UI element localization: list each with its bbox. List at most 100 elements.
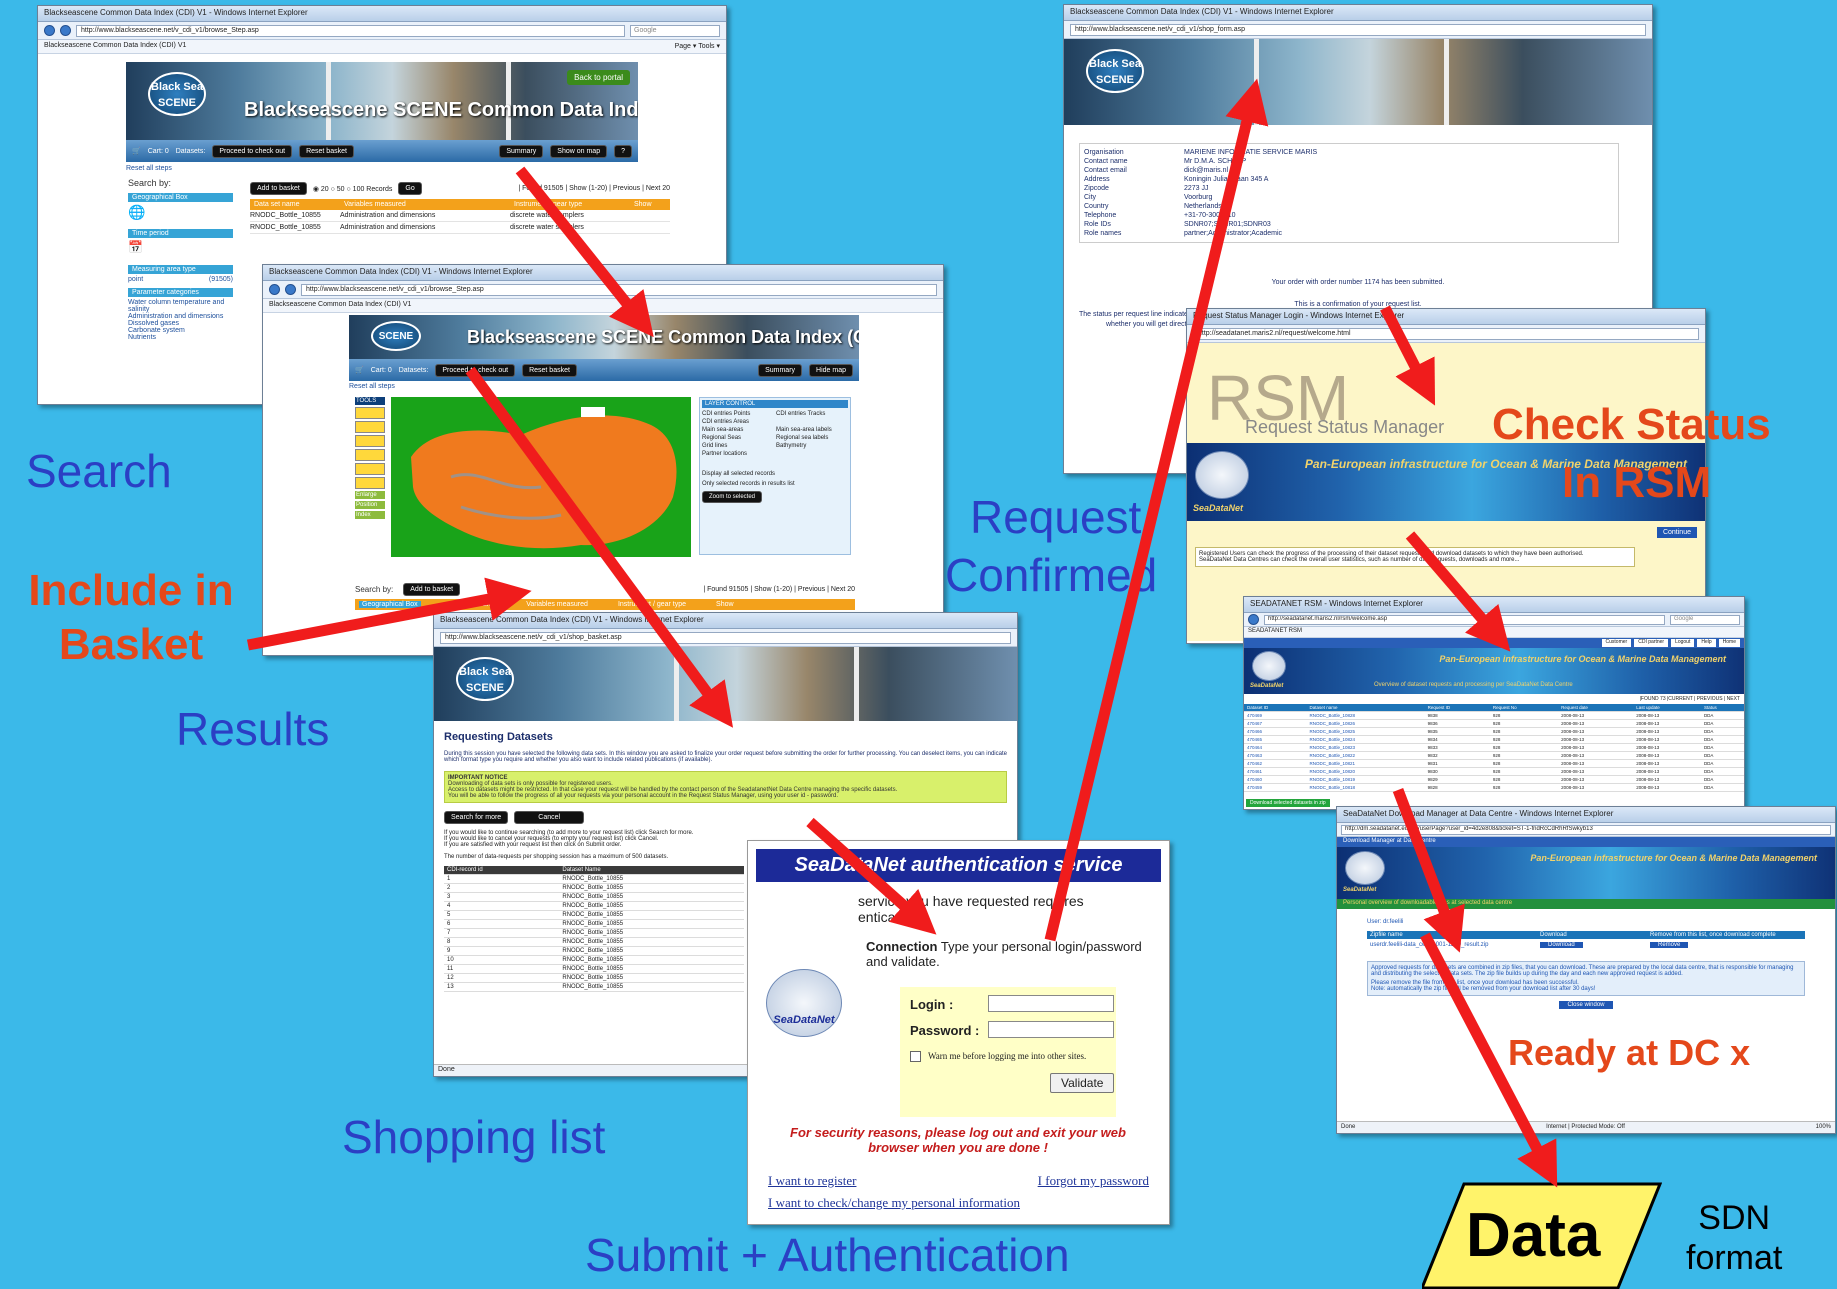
result-pager[interactable]: | Found 91505 | Show (1-20) | Previous |… [518, 185, 670, 192]
only-selected-radio[interactable]: Only selected records in results list [702, 481, 848, 487]
table-row[interactable]: 470460 RNODC_Bottle_10819 9829 928 2008-08-1… [1244, 775, 1744, 784]
layer-item[interactable]: Grid lines [702, 443, 774, 449]
param-item[interactable]: Administration and dimensions [128, 313, 233, 320]
result-pager[interactable]: | Found 91505 | Show (1-20) | Previous |… [703, 586, 855, 593]
table-row[interactable]: 470462 RNODC_Bottle_10821 9831 928 2008-08-1… [1244, 759, 1744, 768]
basket-row[interactable]: 13 RNODC_Bottle_10855 [444, 982, 744, 992]
reset-basket-button[interactable]: Reset basket [299, 144, 354, 158]
summary-button[interactable]: Summary [499, 144, 544, 158]
back-to-portal-button[interactable]: Back to portal [567, 70, 630, 85]
info-icon[interactable] [355, 449, 385, 461]
pan-icon[interactable] [355, 435, 385, 447]
basket-row[interactable]: 11 RNODC_Bottle_10855 [444, 964, 744, 974]
param-item[interactable]: Carbonate system [128, 327, 233, 334]
basket-row[interactable]: 8 RNODC_Bottle_10855 [444, 937, 744, 947]
address-bar[interactable]: http://seadatanet.maris2.nl/request/welc… [1193, 327, 1699, 340]
forgot-password-link[interactable]: I forgot my password [1038, 1173, 1149, 1189]
basket-row[interactable]: 1 RNODC_Bottle_10855 [444, 874, 744, 884]
layer-item[interactable]: Bathymetry [776, 443, 848, 449]
layer-item[interactable]: Partner locations [702, 451, 774, 457]
forward-icon[interactable] [60, 25, 71, 36]
black-sea-map[interactable] [391, 397, 691, 557]
col-header[interactable]: Request date [1558, 704, 1634, 712]
forward-icon[interactable] [285, 284, 296, 295]
basket-row[interactable]: 4 RNODC_Bottle_10855 [444, 901, 744, 911]
validate-button[interactable]: Validate [1050, 1073, 1115, 1093]
address-bar[interactable]: http://www.blackseascene.net/v_cdi_v1/br… [301, 283, 937, 296]
search-input[interactable]: Google [1670, 614, 1740, 625]
table-row[interactable]: 470464 RNODC_Bottle_10823 9833 928 2008-08-1… [1244, 743, 1744, 752]
table-row[interactable]: RNODC_Bottle_10855 Administration and di… [250, 210, 670, 222]
display-all-radio[interactable]: Display all selected records [702, 471, 848, 477]
geo-box-header[interactable]: Geographical Box [359, 601, 421, 608]
reset-steps-link[interactable]: Reset all steps [349, 381, 859, 392]
remove-button[interactable]: Remove [1650, 942, 1689, 948]
area-point[interactable]: point [128, 276, 143, 283]
summary-button[interactable]: Summary [758, 363, 803, 377]
basket-row[interactable]: 10 RNODC_Bottle_10855 [444, 955, 744, 965]
reset-basket-button[interactable]: Reset basket [522, 363, 577, 377]
layer-item[interactable]: CDI entries Areas [702, 419, 774, 425]
download-button[interactable]: Download [1540, 942, 1583, 948]
layer-item[interactable]: CDI entries Points [702, 411, 774, 417]
basket-row[interactable]: 9 RNODC_Bottle_10855 [444, 946, 744, 956]
tab-home[interactable]: Home [1718, 639, 1740, 647]
globe-icon[interactable]: 🌐 [128, 204, 233, 224]
table-row[interactable]: 470467 RNODC_Bottle_10826 9836 928 2008-08-1… [1244, 719, 1744, 728]
basket-row[interactable]: 5 RNODC_Bottle_10855 [444, 910, 744, 920]
basket-row[interactable]: 12 RNODC_Bottle_10855 [444, 973, 744, 983]
basket-row[interactable]: 6 RNODC_Bottle_10855 [444, 919, 744, 929]
select-tool-icon[interactable] [355, 407, 385, 419]
param-item[interactable]: Nutrients [128, 334, 233, 341]
col-instr[interactable]: Instrument / gear type [618, 601, 686, 608]
calendar-icon[interactable]: 📅 [128, 240, 233, 260]
table-row[interactable]: 470463 RNODC_Bottle_10822 9832 928 2008-08-1… [1244, 751, 1744, 760]
help-button[interactable]: ? [614, 144, 632, 158]
layer-item[interactable]: Main sea-area labels [776, 427, 848, 433]
tab-logout[interactable]: Logout [1671, 639, 1695, 647]
zip-name[interactable]: userdr.feelili-data_centre001-1209_resul… [1370, 942, 1540, 948]
password-input[interactable] [988, 1021, 1114, 1038]
col-header[interactable]: Status [1700, 704, 1744, 712]
register-link[interactable]: I want to register [768, 1173, 856, 1189]
col-header[interactable]: Last update [1633, 704, 1701, 712]
download-zip-button[interactable]: Download selected datasets in zip [1246, 799, 1330, 807]
col-vars[interactable]: Variables measured [344, 201, 494, 208]
table-row[interactable]: 470459 RNODC_Bottle_10818 9828 928 2008-08-1… [1244, 783, 1744, 792]
position-button[interactable]: Position [355, 501, 385, 509]
address-bar[interactable]: http://www.blackseascene.net/v_cdi_v1/sh… [1070, 23, 1646, 36]
col-vars[interactable]: Variables measured [526, 601, 588, 608]
basket-row[interactable]: 3 RNODC_Bottle_10855 [444, 892, 744, 902]
search-more-button[interactable]: Search for more [444, 811, 509, 824]
table-row[interactable]: 470465 RNODC_Bottle_10824 9834 928 2008-08-1… [1244, 735, 1744, 744]
measure-icon[interactable] [355, 463, 385, 475]
back-icon[interactable] [269, 284, 280, 295]
table-row[interactable]: 470461 RNODC_Bottle_10820 9830 928 2008-08-1… [1244, 767, 1744, 776]
change-info-link[interactable]: I want to check/change my personal infor… [768, 1195, 1020, 1211]
login-input[interactable] [988, 995, 1114, 1012]
tab[interactable]: SEADATANET RSM [1248, 628, 1302, 634]
col-header[interactable]: Dataset ID [1244, 704, 1307, 712]
zoom-in-icon[interactable] [355, 421, 385, 433]
back-icon[interactable] [1248, 614, 1259, 625]
basket-row[interactable]: 7 RNODC_Bottle_10855 [444, 928, 744, 938]
index-button[interactable]: Index [355, 511, 385, 519]
add-to-basket-button[interactable]: Add to basket [250, 182, 307, 195]
tab-cdi-partner[interactable]: CDI partner [1634, 639, 1669, 647]
address-bar[interactable]: http://www.blackseascene.net/v_cdi_v1/sh… [440, 631, 1011, 644]
param-item[interactable]: Dissolved gases [128, 320, 233, 327]
zoom-selected-button[interactable]: Zoom to selected [702, 491, 763, 503]
col-header[interactable]: Dataset name [1306, 704, 1425, 712]
tab-help[interactable]: Help [1697, 639, 1716, 647]
records-options[interactable]: ◉ 20 ○ 50 ○ 100 Records [313, 185, 393, 193]
rsm-pager[interactable]: |FOUND 73 |CURRENT | PREVIOUS | NEXT [1244, 694, 1744, 704]
area-type-header[interactable]: Measuring area type [128, 265, 233, 274]
param-categories-header[interactable]: Parameter categories [128, 288, 233, 297]
time-period-header[interactable]: Time period [128, 229, 233, 238]
go-button[interactable]: Go [398, 182, 422, 195]
tab[interactable]: Blackseascene Common Data Index (CDI) V1 [269, 301, 411, 308]
back-icon[interactable] [44, 25, 55, 36]
layer-item[interactable]: Regional Seas [702, 435, 774, 441]
close-window-button[interactable]: Close window [1559, 1001, 1613, 1009]
col-name[interactable]: Data set name [451, 601, 497, 608]
